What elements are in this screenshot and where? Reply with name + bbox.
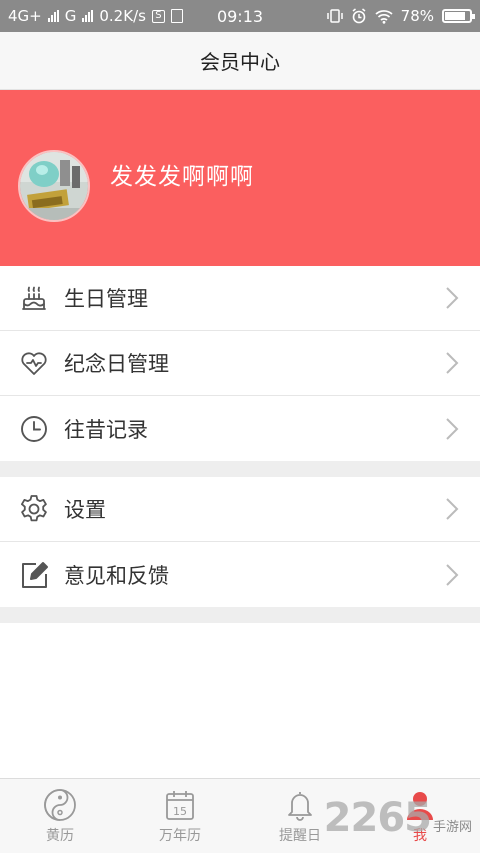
- bottom-tab-bar: 黄历 15 万年历 提醒日 我: [0, 778, 480, 853]
- yin-yang-icon: [43, 788, 77, 822]
- edit-icon: [18, 559, 50, 591]
- tab-label-calendar: 万年历: [159, 827, 201, 844]
- network-type-label-2: G: [64, 7, 77, 25]
- tab-reminders[interactable]: 提醒日: [240, 779, 360, 853]
- chevron-right-icon: [432, 286, 472, 310]
- user-icon: [403, 788, 437, 822]
- birthday-cake-icon: [18, 282, 50, 314]
- signal-strength-icon-2: [82, 10, 94, 22]
- chevron-right-icon: [432, 351, 472, 375]
- menu-label-anniversary: 纪念日管理: [64, 352, 169, 376]
- tab-calendar[interactable]: 15 万年历: [120, 779, 240, 853]
- menu-label-birthday: 生日管理: [64, 287, 148, 311]
- menu-label-past-records: 往昔记录: [64, 417, 148, 442]
- network-type-label: 4G+: [8, 7, 42, 25]
- username[interactable]: 发发发啊啊啊: [110, 157, 254, 191]
- chevron-right-icon: [432, 563, 472, 587]
- battery-icon: [442, 9, 475, 23]
- tab-label-almanac: 黄历: [46, 827, 74, 844]
- heart-icon: [18, 347, 50, 379]
- gear-icon: [18, 493, 50, 525]
- section-divider-2: [0, 607, 480, 623]
- signal-strength-icon: [47, 10, 59, 22]
- profile-banner[interactable]: 发发发啊啊啊: [0, 90, 480, 266]
- menu-label-settings: 设置: [64, 498, 106, 522]
- section-divider: [0, 461, 480, 477]
- avatar-image: [20, 152, 88, 220]
- menu-label-feedback: 意见和反馈: [64, 563, 169, 588]
- tab-label-reminders: 提醒日: [279, 827, 321, 844]
- tab-label-me: 我: [413, 827, 427, 844]
- menu-group-records: 生日管理 纪念日管理 往昔记录: [0, 266, 480, 461]
- battery-percent: 78%: [400, 7, 434, 25]
- menu-item-settings[interactable]: 设置: [0, 477, 480, 542]
- clock-icon: [18, 413, 50, 445]
- wifi-icon: [375, 9, 393, 24]
- notification-s-icon: S: [151, 9, 165, 23]
- tab-me[interactable]: 我: [360, 779, 480, 853]
- chevron-right-icon: [432, 417, 472, 441]
- calendar-icon: 15: [163, 788, 197, 822]
- status-left: 4G+ G 0.2K/s S: [8, 7, 183, 25]
- status-bar: 4G+ G 0.2K/s S 09:13 78%: [0, 0, 480, 32]
- page-title: 会员中心: [200, 50, 280, 74]
- alarm-icon: [352, 8, 366, 24]
- vibrate-icon: [326, 9, 343, 23]
- status-right: 78%: [326, 7, 475, 25]
- battery-fill: [445, 12, 466, 20]
- page-header: 会员中心: [0, 32, 480, 90]
- tab-almanac[interactable]: 黄历: [0, 779, 120, 853]
- sim-card-icon: [170, 9, 183, 23]
- menu-item-past-records[interactable]: 往昔记录: [0, 396, 480, 461]
- menu-group-settings: 设置 意见和反馈: [0, 477, 480, 607]
- menu-item-feedback[interactable]: 意见和反馈: [0, 542, 480, 607]
- network-speed: 0.2K/s: [99, 7, 146, 25]
- menu-item-anniversary-management[interactable]: 纪念日管理: [0, 331, 480, 396]
- calendar-day-number: 15: [173, 805, 187, 818]
- bell-icon: [283, 788, 317, 822]
- chevron-right-icon: [432, 497, 472, 521]
- avatar[interactable]: [18, 150, 90, 222]
- menu-item-birthday-management[interactable]: 生日管理: [0, 266, 480, 331]
